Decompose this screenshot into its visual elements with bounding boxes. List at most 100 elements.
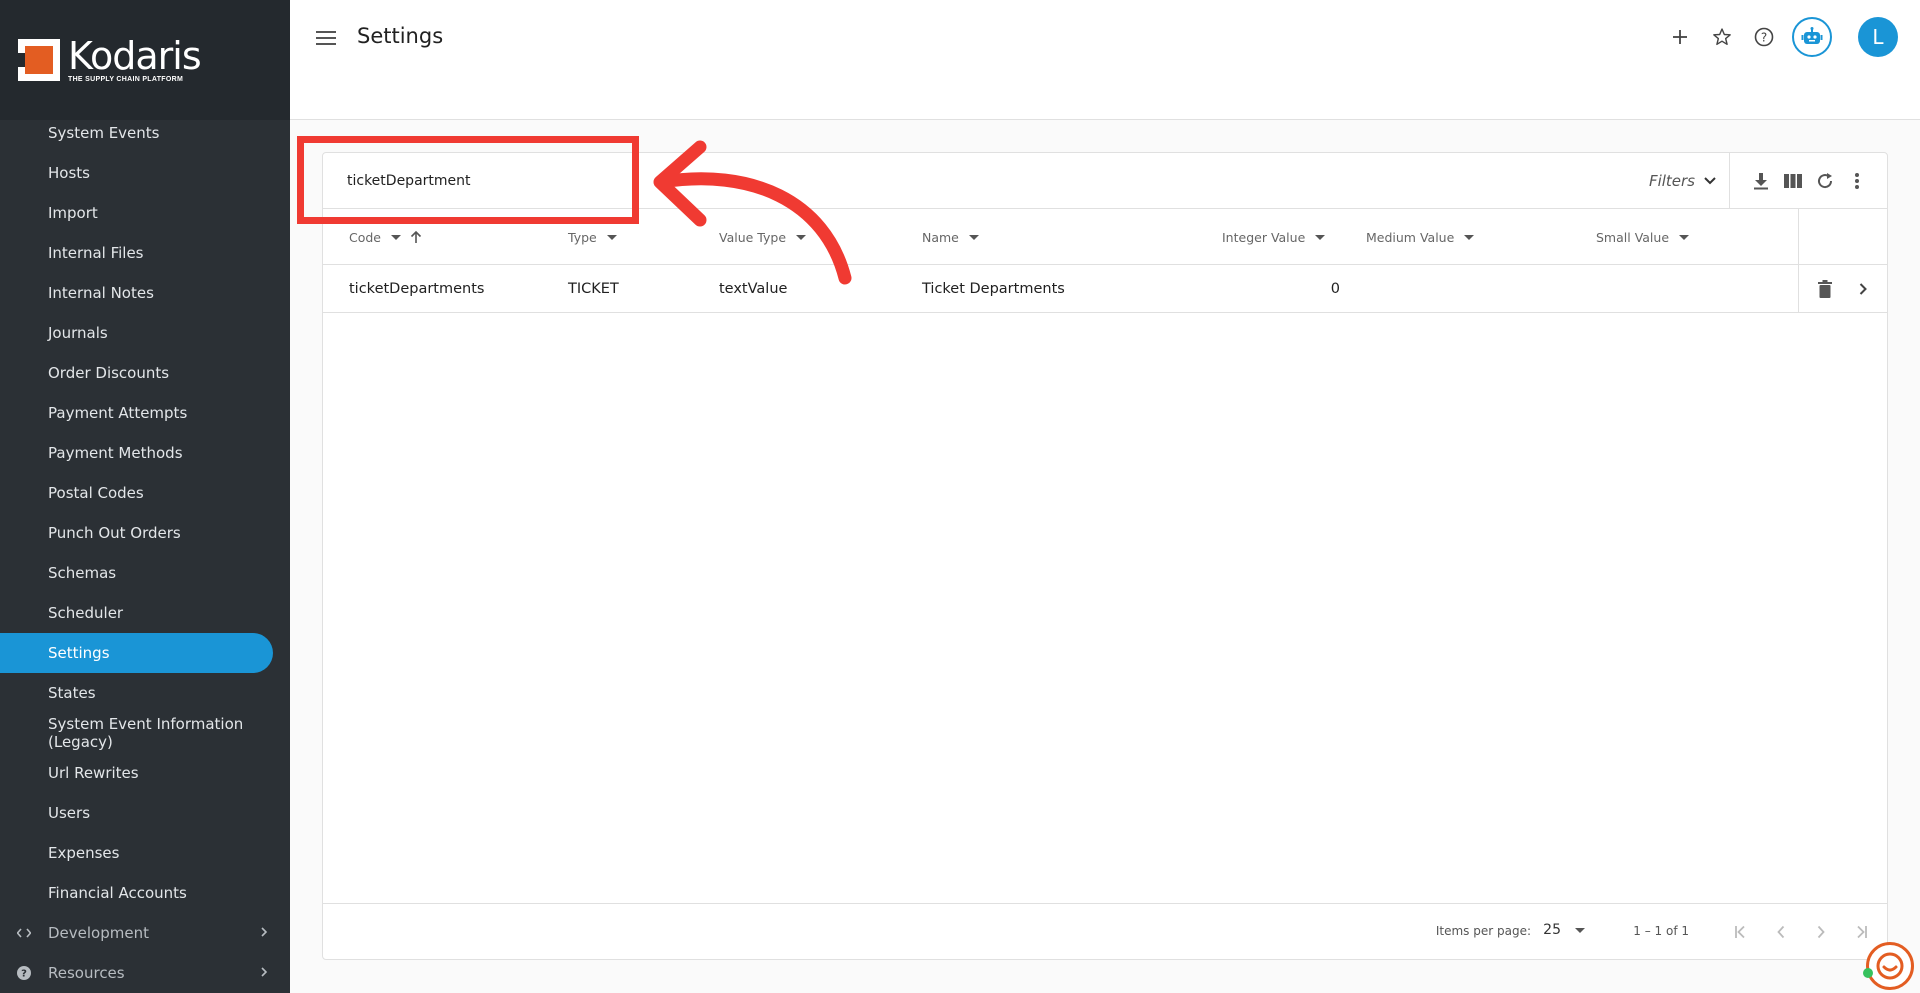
items-per-page-label: Items per page: [1435,924,1531,938]
sidebar-item-states[interactable]: States [0,673,290,713]
caret-down-icon [968,234,979,240]
sidebar-group-resources[interactable]: ? Resources [0,953,290,993]
svg-text:?: ? [21,969,27,980]
pagination-nav [1729,920,1873,944]
chevron-right-icon [260,964,268,982]
sidebar-item-payment-attempts[interactable]: Payment Attempts [0,393,290,433]
user-avatar[interactable]: L [1858,17,1898,57]
page-title: Settings [357,24,444,48]
sidebar-item-payment-methods[interactable]: Payment Methods [0,433,290,473]
column-label: Code [349,229,382,245]
cell-name: Ticket Departments [922,281,1065,297]
column-label: Medium Value [1366,229,1455,245]
sidebar-item-settings[interactable]: Settings [0,633,273,673]
cell-type: TICKET [568,281,619,297]
robot-icon [1801,27,1823,44]
filters-dropdown[interactable]: Filters [1649,167,1717,195]
actions-column-header [1798,209,1887,265]
sidebar-item-financial-accounts[interactable]: Financial Accounts [0,873,290,913]
sidebar-item-journals[interactable]: Journals [0,313,290,353]
download-icon[interactable] [1749,167,1773,195]
paginator: Items per page: 25 1 – 1 of 1 [323,903,1887,959]
toolbar-divider [1729,153,1730,209]
caret-down-icon [1464,234,1475,240]
column-label: Integer Value [1222,229,1306,245]
sidebar-item-url-rewrites[interactable]: Url Rewrites [0,753,290,793]
cell-integer-value: 0 [1330,281,1340,297]
menu-toggle-button[interactable] [314,27,338,47]
assistant-bot-button[interactable] [1792,17,1832,57]
filters-label: Filters [1648,172,1695,190]
sort-ascending-icon[interactable] [410,230,422,244]
first-page-icon[interactable] [1729,920,1753,944]
caret-down-icon [391,234,402,240]
sidebar-item-hosts[interactable]: Hosts [0,153,290,193]
toolbar-icons [1749,167,1869,195]
column-label: Name [922,229,959,245]
sidebar: Kodaris THE SUPPLY CHAIN PLATFORM System… [0,0,290,993]
column-header-small-value[interactable]: Small Value [1596,209,1690,265]
help-circle-icon: ? [16,966,32,980]
help-icon[interactable]: ? [1750,23,1778,51]
annotation-arrow-icon [653,140,852,285]
brand-name: Kodaris [68,34,202,78]
kodaris-logo-icon [18,39,60,81]
sidebar-item-internal-notes[interactable]: Internal Notes [0,273,290,313]
more-vert-icon[interactable] [1845,167,1869,195]
refresh-icon[interactable] [1813,167,1837,195]
sidebar-group-development[interactable]: Development [0,913,290,953]
sidebar-item-users[interactable]: Users [0,793,290,833]
caret-down-icon [1679,234,1690,240]
page-size-value: 25 [1543,922,1561,938]
last-page-icon[interactable] [1849,920,1873,944]
hamburger-line [316,37,336,39]
sidebar-item-system-event-information-legacy[interactable]: System Event Information (Legacy) [0,713,290,753]
header-actions: ? L [1666,17,1898,57]
chevron-right-icon[interactable] [1858,282,1868,296]
logo[interactable]: Kodaris THE SUPPLY CHAIN PLATFORM [0,0,290,120]
delete-icon[interactable] [1818,280,1832,298]
sidebar-item-postal-codes[interactable]: Postal Codes [0,473,290,513]
chevron-right-icon [260,924,268,942]
add-icon[interactable] [1666,23,1694,51]
sidebar-item-internal-files[interactable]: Internal Files [0,233,290,273]
column-header-integer-value[interactable]: Integer Value [1222,209,1326,265]
column-label: Small Value [1596,229,1670,245]
sidebar-item-system-events[interactable]: System Events [0,113,290,153]
chat-icon [1876,952,1904,980]
hamburger-line [316,43,336,45]
code-icon [16,928,32,938]
sidebar-nav: System Events Hosts Import Internal File… [0,113,290,993]
column-header-medium-value[interactable]: Medium Value [1366,209,1475,265]
previous-page-icon[interactable] [1769,920,1793,944]
column-label: Type [568,229,597,245]
caret-down-icon [1315,234,1326,240]
top-header: Settings ? L [290,0,1920,120]
row-actions [1798,265,1887,313]
page-size-select[interactable]: 25 [1543,922,1585,938]
chat-widget-button[interactable] [1866,942,1914,990]
sidebar-item-scheduler[interactable]: Scheduler [0,593,290,633]
chevron-down-icon [1703,172,1717,190]
table-row[interactable]: ticketDepartments TICKET textValue Ticke… [323,265,1887,313]
columns-icon[interactable] [1781,167,1805,195]
column-header-name[interactable]: Name [922,209,979,265]
caret-down-icon [606,234,617,240]
online-status-dot [1863,968,1873,978]
sidebar-group-label: Resources [48,964,125,982]
next-page-icon[interactable] [1809,920,1833,944]
page-range-label: 1 – 1 of 1 [1633,924,1689,938]
sidebar-item-order-discounts[interactable]: Order Discounts [0,353,290,393]
sidebar-item-schemas[interactable]: Schemas [0,553,290,593]
settings-table-card: Filters Code [322,152,1888,960]
sidebar-item-import[interactable]: Import [0,193,290,233]
sidebar-item-expenses[interactable]: Expenses [0,833,290,873]
caret-down-icon [1575,927,1585,933]
svg-text:?: ? [1761,30,1767,44]
sidebar-item-punch-out-orders[interactable]: Punch Out Orders [0,513,290,553]
annotation-highlight-box [297,136,639,224]
cell-code: ticketDepartments [349,281,485,297]
brand-tagline: THE SUPPLY CHAIN PLATFORM [68,76,184,83]
star-icon[interactable] [1708,23,1736,51]
hamburger-icon [316,31,336,33]
